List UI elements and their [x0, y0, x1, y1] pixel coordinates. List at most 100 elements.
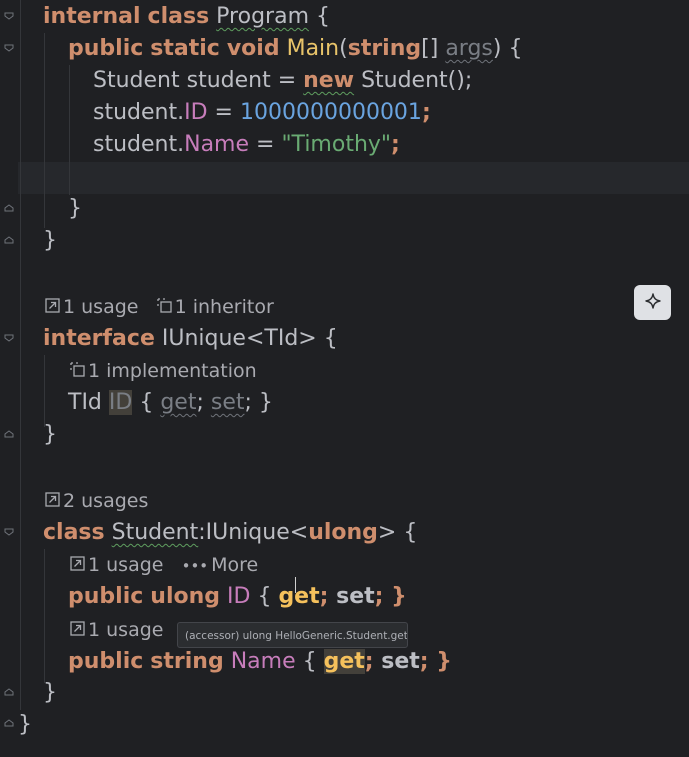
accessor[interactable]: get — [160, 390, 196, 415]
unfold-marker-icon[interactable] — [4, 719, 14, 727]
code-line[interactable]: TId ID { get; set; } — [68, 387, 273, 419]
fold-gutter — [0, 0, 18, 757]
unfold-marker-icon[interactable] — [4, 236, 14, 244]
code-line[interactable]: } — [68, 193, 82, 225]
parameter[interactable]: args — [445, 36, 493, 61]
indent-guide — [20, 0, 21, 710]
accessor[interactable]: get — [278, 584, 319, 609]
code-line[interactable]: } — [43, 677, 57, 709]
variable[interactable]: student — [93, 132, 177, 157]
interface-name[interactable]: IUnique — [162, 326, 246, 351]
keyword: class — [43, 520, 105, 545]
dots-icon: ••• — [181, 557, 209, 575]
punctuation: (); — [447, 68, 473, 93]
inlay-hint[interactable]: 2 usages — [45, 488, 148, 514]
accessor[interactable]: set — [381, 649, 420, 674]
code-line[interactable]: interface IUnique<TId> { — [43, 323, 338, 355]
keyword: string — [347, 36, 422, 61]
implementation-icon — [70, 359, 85, 385]
method-name[interactable]: Main — [287, 36, 340, 61]
keyword: class — [147, 4, 210, 29]
current-line-highlight — [18, 162, 689, 194]
code-line[interactable]: } — [43, 419, 57, 451]
indent-guide — [44, 355, 45, 427]
property[interactable]: ID — [184, 100, 207, 125]
code-line[interactable]: } — [43, 225, 57, 257]
keyword: ulong — [308, 520, 378, 545]
unfold-marker-icon[interactable] — [4, 204, 14, 212]
arrow-up-right-icon — [70, 553, 85, 579]
fold-marker-icon[interactable] — [4, 44, 14, 52]
keyword: static — [150, 36, 220, 61]
code-line[interactable]: public static void Main(string[] args) { — [68, 33, 522, 65]
usage-count[interactable]: 2 usages — [63, 490, 148, 512]
punctuation: ; — [391, 132, 400, 157]
usage-count[interactable]: 1 usage — [88, 619, 163, 641]
inlay-hint[interactable]: 1 usage — [70, 617, 163, 643]
class-name[interactable]: Program — [216, 4, 309, 29]
fold-marker-icon[interactable] — [4, 334, 14, 342]
accessor[interactable]: set — [336, 584, 375, 609]
type-name[interactable]: TId — [68, 390, 102, 415]
sparkle-icon — [644, 292, 662, 314]
string-literal: "Timothy" — [281, 132, 392, 157]
number-literal: 1000000000001 — [239, 100, 422, 125]
variable[interactable]: student — [93, 100, 177, 125]
inlay-hint[interactable]: 1 usage ••• More — [70, 552, 258, 578]
brace: } — [43, 680, 57, 705]
inlay-hint[interactable]: 1 implementation — [70, 358, 257, 384]
code-line[interactable]: Student student = new Student(); — [93, 65, 472, 97]
type-name[interactable]: Student — [93, 68, 180, 93]
unfold-marker-icon[interactable] — [4, 688, 14, 696]
code-line[interactable]: student.ID = 1000000000001; — [93, 97, 431, 129]
code-line[interactable]: internal class Program { — [43, 1, 330, 33]
code-line[interactable]: public string Name { get; set; } — [68, 646, 452, 678]
operator: = — [249, 132, 282, 157]
fold-marker-icon[interactable] — [4, 528, 14, 536]
usage-count[interactable]: 1 usage — [88, 554, 163, 576]
accessor[interactable]: get — [323, 649, 365, 674]
property[interactable]: Name — [184, 132, 249, 157]
accessor-tooltip: (accessor) ulong HelloGeneric.Student.ge… — [177, 622, 408, 648]
punctuation: ; — [421, 100, 431, 125]
keyword: new — [303, 68, 355, 93]
inlay-hint[interactable]: 1 usage 1 inheritor — [45, 294, 274, 320]
brace: { — [295, 649, 324, 674]
unfold-marker-icon[interactable] — [4, 430, 14, 438]
brace: } — [18, 712, 32, 737]
property[interactable]: Name — [231, 649, 296, 674]
accessor[interactable]: set — [211, 390, 245, 415]
more-link[interactable]: More — [211, 554, 258, 576]
type-name[interactable]: Student — [361, 68, 448, 93]
implementation-count[interactable]: 1 implementation — [88, 360, 257, 382]
punctuation: ; — [196, 390, 211, 415]
code-line[interactable]: public ulong ID { get; set; } — [68, 581, 407, 613]
punctuation: : — [198, 520, 206, 545]
code-line[interactable]: } — [18, 709, 32, 741]
implementation-icon — [156, 295, 172, 321]
keyword: internal — [43, 4, 141, 29]
brace: } — [43, 422, 57, 447]
paren: ( — [339, 36, 348, 61]
operator: = — [270, 68, 304, 93]
keyword: void — [226, 36, 280, 61]
brace: } — [68, 196, 82, 221]
usage-count[interactable]: 1 usage — [63, 296, 138, 318]
property[interactable]: ID — [227, 584, 250, 609]
variable[interactable]: student — [187, 68, 271, 93]
class-name[interactable]: Student — [112, 520, 199, 545]
ai-assistant-button[interactable] — [634, 285, 671, 320]
code-line[interactable]: student.Name = "Timothy"; — [93, 129, 400, 161]
inheritor-count[interactable]: 1 inheritor — [175, 296, 274, 318]
code-line[interactable]: class Student:IUnique<ulong> { — [43, 517, 417, 549]
interface-name[interactable]: IUnique — [206, 520, 290, 545]
keyword: public — [68, 584, 144, 609]
punctuation: < — [289, 520, 309, 545]
indent-guide — [44, 549, 45, 683]
brackets: [] — [421, 36, 439, 61]
paren: ) { — [492, 36, 523, 61]
property[interactable]: ID — [108, 390, 133, 415]
brace: { — [132, 390, 161, 415]
code-editor[interactable]: internal class Program { public static v… — [0, 0, 689, 757]
fold-marker-icon[interactable] — [4, 12, 14, 20]
